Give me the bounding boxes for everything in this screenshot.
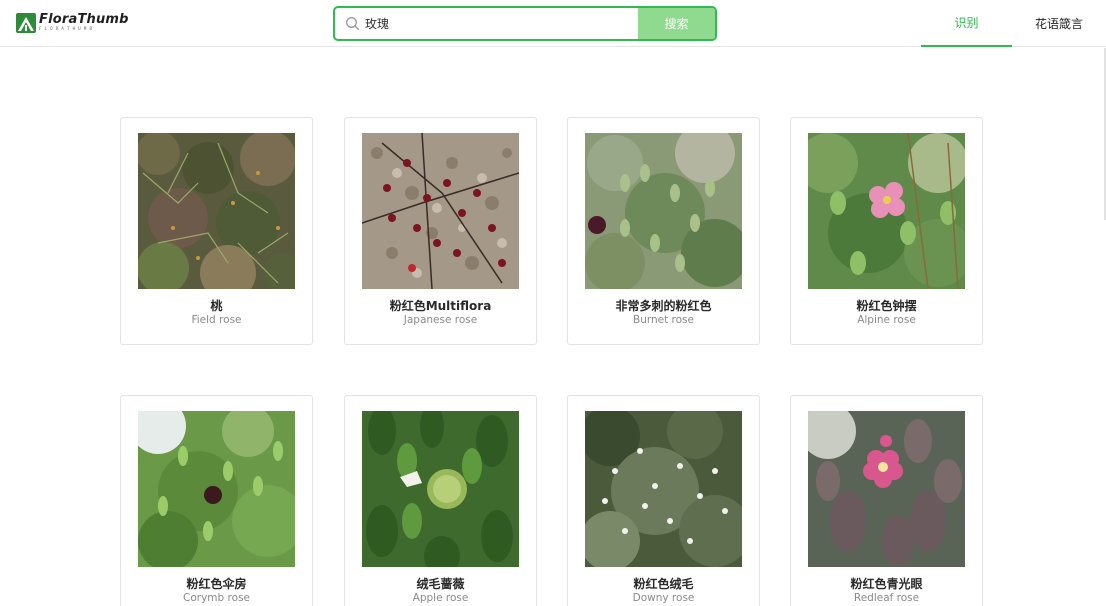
field-rose-photo (138, 133, 295, 289)
card-title: 粉红色伞房 (186, 577, 247, 591)
search-input[interactable] (365, 8, 635, 39)
card-subtitle: Downy rose (632, 592, 695, 604)
result-card-burnet-rose[interactable]: 非常多刺的粉红色 Burnet rose (567, 117, 760, 345)
result-card-field-rose[interactable]: 桃 Field rose (120, 117, 313, 345)
apple-rose-photo (362, 411, 519, 567)
search-box: 搜索 (333, 6, 717, 41)
downy-rose-photo (585, 411, 742, 567)
card-subtitle: Corymb rose (183, 592, 250, 604)
card-title: 粉红色绒毛 (633, 577, 694, 591)
corymb-rose-photo (138, 411, 295, 567)
card-subtitle: Japanese rose (403, 314, 478, 326)
card-title: 粉红色Multiflora (389, 299, 492, 313)
card-title: 粉红色青光眼 (850, 577, 923, 591)
logo[interactable]: FloraThumb FLORATHUMB (16, 13, 129, 33)
card-subtitle: Field rose (191, 314, 242, 326)
card-subtitle: Apple rose (412, 592, 469, 604)
result-card-alpine-rose[interactable]: 粉红色钟摆 Alpine rose (790, 117, 983, 345)
logo-subtitle: FLORATHUMB (39, 26, 96, 31)
card-title: 非常多刺的粉红色 (615, 299, 712, 313)
card-title: 绒毛蔷薇 (416, 577, 465, 591)
card-subtitle: Burnet rose (632, 314, 694, 326)
leaf-logo-icon (16, 13, 36, 33)
japanese-rose-photo (362, 133, 519, 289)
card-subtitle: Redleaf rose (853, 592, 920, 604)
tab-identify[interactable]: 识别 (921, 0, 1012, 47)
result-card-downy-rose[interactable]: 粉红色绒毛 Downy rose (567, 395, 760, 606)
result-card-corymb-rose[interactable]: 粉红色伞房 Corymb rose (120, 395, 313, 606)
result-card-apple-rose[interactable]: 绒毛蔷薇 Apple rose (344, 395, 537, 606)
search-button[interactable]: 搜索 (638, 8, 715, 39)
top-bar: FloraThumb FLORATHUMB 搜索 识别 花语箴言 (0, 0, 1106, 47)
card-title: 粉红色钟摆 (856, 299, 917, 313)
tab-flower-language[interactable]: 花语箴言 (1012, 0, 1106, 47)
search-icon (346, 17, 360, 31)
burnet-rose-photo (585, 133, 742, 289)
result-card-redleaf-rose[interactable]: 粉红色青光眼 Redleaf rose (790, 395, 983, 606)
card-title: 桃 (210, 299, 223, 313)
redleaf-rose-photo (808, 411, 965, 567)
alpine-rose-photo (808, 133, 965, 289)
card-subtitle: Alpine rose (857, 314, 916, 326)
result-card-japanese-rose[interactable]: 粉红色Multiflora Japanese rose (344, 117, 537, 345)
logo-name: FloraThumb (39, 12, 129, 27)
